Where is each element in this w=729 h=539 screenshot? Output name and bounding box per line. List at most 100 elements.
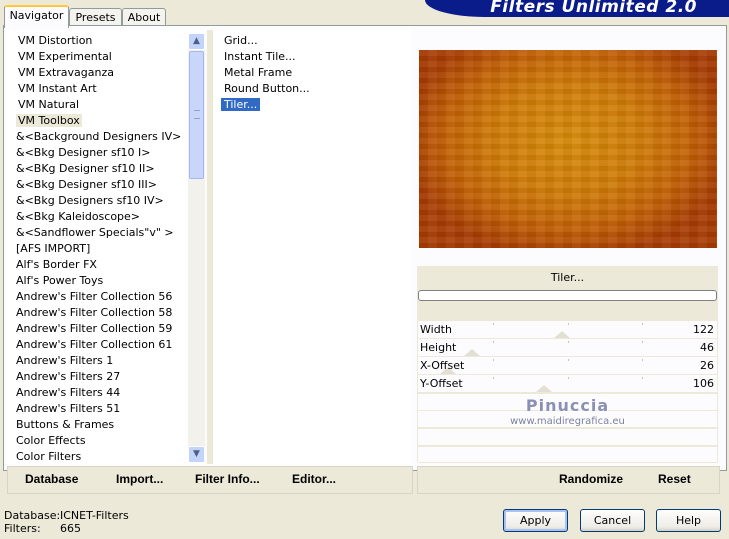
filter-category-label: VM Toolbox	[16, 114, 82, 127]
filter-category-item[interactable]: Color Effects	[14, 433, 194, 449]
filter-item[interactable]: Round Button...	[221, 81, 313, 97]
filter-category-item[interactable]: VM Experimental	[16, 49, 196, 65]
app-title: Filters Unlimited 2.0	[490, 0, 697, 17]
filter-item[interactable]: Instant Tile...	[221, 49, 299, 65]
progress-bar	[418, 290, 717, 301]
filter-category-item[interactable]: &<Bkg Designer sf10 I>	[14, 145, 194, 161]
filter-category-item[interactable]: [AFS IMPORT]	[14, 241, 194, 257]
filter-category-item[interactable]: Andrew's Filter Collection 58	[14, 305, 194, 321]
filter-info-button[interactable]: Filter Info...	[195, 470, 260, 488]
filter-category-item[interactable]: &<Bkg Kaleidoscope>	[14, 209, 194, 225]
slider-tick	[568, 341, 569, 343]
database-status-label: Database:	[4, 509, 61, 522]
param-label: Width	[420, 323, 452, 336]
filter-category-label: Andrew's Filters 27	[16, 370, 121, 383]
randomize-button[interactable]: Randomize	[559, 470, 623, 488]
filter-category-item[interactable]: VM Distortion	[16, 33, 196, 49]
grip-icon	[194, 110, 200, 119]
filter-item-label: Grid...	[224, 34, 258, 47]
filter-category-label: &<Bkg Designer sf10 III>	[16, 178, 158, 191]
apply-button[interactable]: Apply	[503, 509, 568, 532]
import-button[interactable]: Import...	[116, 470, 163, 488]
param-value: 26	[700, 359, 714, 372]
filter-category-item[interactable]: VM Extravaganza	[16, 65, 196, 81]
filter-category-item[interactable]: Andrew's Filter Collection 61	[14, 337, 194, 353]
help-button[interactable]: Help	[656, 509, 721, 532]
slider-tick	[568, 323, 569, 325]
slider-tick	[642, 323, 643, 325]
filter-category-label: VM Experimental	[18, 50, 112, 63]
filter-category-label: Color Filters	[16, 450, 82, 463]
filter-item[interactable]: Metal Frame	[221, 65, 295, 81]
filter-category-item[interactable]: &<Background Designers IV>	[14, 129, 194, 145]
scroll-down-button[interactable]: ▼	[188, 446, 205, 463]
filter-category-item[interactable]: Andrew's Filter Collection 59	[14, 321, 194, 337]
param-label: Y-Offset	[420, 377, 463, 390]
slider-marker[interactable]	[554, 331, 570, 338]
filter-category-item[interactable]: VM Instant Art	[16, 81, 196, 97]
filter-item-label: Metal Frame	[224, 66, 293, 79]
filter-category-list[interactable]: VM Distortion VM Experimental VM Extravaga…	[6, 30, 204, 464]
filter-category-item[interactable]: Andrew's Filter Collection 56	[14, 289, 194, 305]
filter-category-item[interactable]: &<Bkg Designer sf10 III>	[14, 177, 194, 193]
filter-category-item[interactable]: Alf's Power Toys	[14, 273, 194, 289]
database-button[interactable]: Database	[25, 470, 78, 488]
param-row-height[interactable]: Height 46	[418, 339, 717, 357]
slider-tick	[493, 323, 494, 325]
param-value: 46	[700, 341, 714, 354]
slider-tick	[642, 359, 643, 361]
filter-category-label: Andrew's Filters 51	[16, 402, 121, 415]
filter-category-label: VM Extravaganza	[18, 66, 115, 79]
filter-category-item[interactable]: Buttons & Frames	[14, 417, 194, 433]
slider-marker[interactable]	[536, 385, 552, 392]
filter-category-item[interactable]: Andrew's Filters 51	[14, 401, 194, 417]
filter-category-item[interactable]: Alf's Border FX	[14, 257, 194, 273]
param-row-width[interactable]: Width 122	[418, 321, 717, 339]
tab-about[interactable]: About	[122, 8, 166, 26]
filter-category-item[interactable]: &<BKg Designer sf10 II>	[14, 161, 194, 177]
filter-category-item[interactable]: Andrew's Filters 44	[14, 385, 194, 401]
filter-category-label: &<BKg Designer sf10 II>	[16, 162, 155, 175]
filters-count-value: 665	[60, 522, 81, 535]
param-label: Height	[420, 341, 457, 354]
param-row-y-offset[interactable]: Y-Offset 106	[418, 375, 717, 393]
param-label: X-Offset	[420, 359, 465, 372]
tab-presets[interactable]: Presets	[69, 8, 122, 26]
scroll-thumb[interactable]	[189, 51, 204, 179]
filter-category-item[interactable]: Andrew's Filters 1	[14, 353, 194, 369]
filter-item-label: Round Button...	[224, 82, 310, 95]
filter-category-item[interactable]: Andrew's Filters 27	[14, 369, 194, 385]
filter-category-label: VM Instant Art	[18, 82, 97, 95]
filter-list[interactable]: Grid... Instant Tile... Metal Frame Round B…	[213, 30, 411, 464]
watermark-url: www.maidiregrafica.eu	[510, 416, 625, 427]
filter-category-label: Alf's Power Toys	[16, 274, 104, 287]
filter-category-item[interactable]: Color Filters	[14, 449, 194, 465]
tab-navigator[interactable]: Navigator	[4, 5, 69, 28]
filter-category-item[interactable]: &<Bkg Designers sf10 IV>	[14, 193, 194, 209]
slider-tick	[642, 341, 643, 343]
reset-button[interactable]: Reset	[658, 470, 691, 488]
filter-category-label: Andrew's Filter Collection 56	[16, 290, 173, 303]
filter-category-label: Andrew's Filter Collection 59	[16, 322, 173, 335]
empty-param-row	[418, 429, 717, 446]
filter-category-item[interactable]: VM Toolbox	[16, 113, 196, 129]
filter-item[interactable]: Tiler...	[221, 97, 261, 113]
param-value: 106	[693, 377, 714, 390]
filter-category-item[interactable]: VM Natural	[16, 97, 196, 113]
param-row-x-offset[interactable]: X-Offset 26	[418, 357, 717, 375]
filter-category-label: VM Natural	[18, 98, 80, 111]
slider-tick	[493, 341, 494, 343]
slider-marker[interactable]	[464, 349, 480, 356]
filter-category-item[interactable]: &<Sandflower Specials"v" >	[14, 225, 194, 241]
slider-tick	[493, 377, 494, 379]
cancel-button[interactable]: Cancel	[580, 509, 645, 532]
slider-tick	[568, 377, 569, 379]
editor-button[interactable]: Editor...	[292, 470, 336, 488]
scroll-up-button[interactable]: ▲	[188, 33, 205, 50]
filter-item[interactable]: Grid...	[221, 33, 261, 49]
filter-category-label: Andrew's Filters 44	[16, 386, 121, 399]
slider-tick	[642, 377, 643, 379]
category-scrollbar[interactable]: ▲ ▼	[188, 33, 205, 463]
filter-category-label: [AFS IMPORT]	[16, 242, 91, 255]
filter-item-label: Tiler...	[221, 98, 261, 111]
